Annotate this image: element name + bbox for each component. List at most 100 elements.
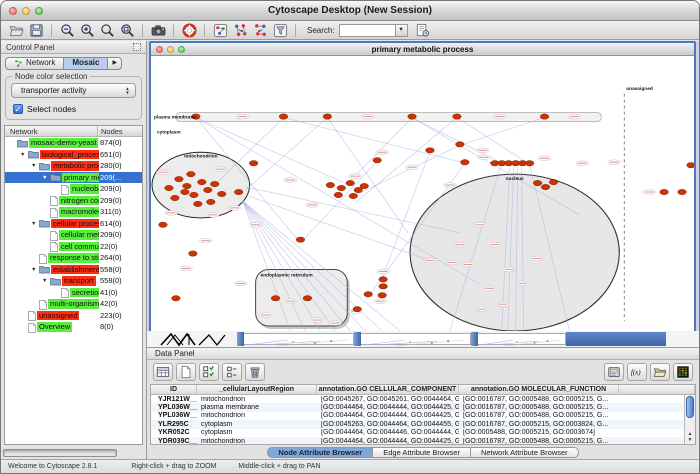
- network-node[interactable]: [206, 199, 215, 204]
- zoom-selected-button[interactable]: [97, 22, 117, 39]
- column-header[interactable]: annotation.GO MOLECULAR_FUNCTION: [459, 385, 619, 394]
- network-node[interactable]: [172, 296, 181, 301]
- tab-mosaic[interactable]: Mosaic: [64, 57, 108, 70]
- network-node[interactable]: [194, 201, 203, 206]
- tree-row[interactable]: ▼transport558(0): [5, 275, 142, 287]
- network-node[interactable]: [373, 158, 382, 163]
- zoom-in-button[interactable]: [77, 22, 97, 39]
- network-node[interactable]: [687, 163, 694, 168]
- search-input[interactable]: [339, 24, 395, 37]
- heatmap-button[interactable]: [673, 363, 693, 381]
- column-header[interactable]: ID: [151, 385, 197, 394]
- network-view-titlebar[interactable]: primary metabolic process: [151, 43, 694, 56]
- export-table-button[interactable]: [604, 363, 624, 381]
- network-node[interactable]: [660, 189, 669, 194]
- batch-edit-button[interactable]: [199, 363, 219, 381]
- filter-button[interactable]: [270, 22, 290, 39]
- tree-row[interactable]: cellular metabo209(0): [5, 229, 142, 241]
- new-attribute-button[interactable]: [176, 363, 196, 381]
- table-row[interactable]: YJR121W__1mitochondrion[GO:0045267, GO:0…: [151, 395, 695, 403]
- network-node[interactable]: [210, 181, 219, 186]
- node-color-select[interactable]: transporter activity ▲▼: [11, 83, 136, 98]
- network-node[interactable]: [334, 192, 343, 197]
- tab-overflow-arrow-icon[interactable]: ▶: [108, 57, 122, 70]
- tree-row[interactable]: ▼cellular process614(0): [5, 218, 142, 230]
- import-table-button[interactable]: [650, 363, 670, 381]
- tree-row[interactable]: cell communicat22(0): [5, 241, 142, 253]
- tree-row[interactable]: unassigned223(0): [5, 310, 142, 322]
- network-node[interactable]: [198, 179, 207, 184]
- zoom-out-button[interactable]: [57, 22, 77, 39]
- disclosure-triangle-icon[interactable]: ▼: [42, 175, 47, 181]
- network-node[interactable]: [408, 114, 417, 119]
- table-row[interactable]: YLR295Ccytoplasm[GO:0045263, GO:0044464,…: [151, 420, 695, 428]
- minimize-icon[interactable]: [22, 7, 30, 15]
- table-scrollbar[interactable]: ▲▼: [684, 395, 695, 444]
- network-node[interactable]: [175, 176, 184, 181]
- function-button[interactable]: f(x): [627, 363, 647, 381]
- network-node[interactable]: [187, 171, 196, 176]
- layout-a-button[interactable]: [230, 22, 250, 39]
- layout-b-button[interactable]: [250, 22, 270, 39]
- zoom-window-icon[interactable]: [35, 7, 43, 15]
- network-node[interactable]: [456, 142, 465, 147]
- network-node[interactable]: [303, 296, 312, 301]
- tree-row[interactable]: ▼biological_process651(0): [5, 149, 142, 161]
- search-config-button[interactable]: [413, 22, 433, 39]
- network-node[interactable]: [379, 277, 388, 282]
- tab-edge-attribute-browser[interactable]: Edge Attribute Browser: [373, 447, 471, 458]
- network-node[interactable]: [249, 161, 258, 166]
- background-window-sliver[interactable]: [244, 333, 354, 345]
- tab-network[interactable]: Network: [5, 57, 64, 70]
- network-node[interactable]: [183, 183, 192, 188]
- disclosure-triangle-icon[interactable]: ▼: [31, 267, 36, 273]
- network-node[interactable]: [378, 293, 387, 298]
- close-icon[interactable]: [9, 7, 17, 15]
- network-node[interactable]: [190, 192, 199, 197]
- network-node[interactable]: [360, 183, 369, 188]
- tree-row[interactable]: ▼establishment of lo558(0): [5, 264, 142, 276]
- tab-network-attribute-browser[interactable]: Network Attribute Browser: [471, 447, 579, 458]
- network-node[interactable]: [323, 114, 332, 119]
- column-header[interactable]: annotation.GO CELLULAR_COMPONENT: [317, 385, 459, 394]
- network-node[interactable]: [189, 251, 198, 256]
- column-header[interactable]: _cellularLayoutRegion: [197, 385, 317, 394]
- tree-row[interactable]: ▼metabolic process280(0): [5, 160, 142, 172]
- background-window-sliver[interactable]: [478, 333, 566, 345]
- network-node[interactable]: [525, 161, 534, 166]
- network-node[interactable]: [204, 187, 213, 192]
- network-node[interactable]: [541, 184, 550, 189]
- network-node[interactable]: [353, 306, 362, 311]
- network-node[interactable]: [326, 182, 335, 187]
- network-node[interactable]: [426, 148, 435, 153]
- list-edit-button[interactable]: [222, 363, 242, 381]
- tree-row[interactable]: secretion41(0): [5, 287, 142, 299]
- disclosure-triangle-icon[interactable]: ▼: [42, 278, 47, 284]
- tree-row[interactable]: nucleobase-209(0): [5, 183, 142, 195]
- background-window-sliver[interactable]: [361, 333, 471, 345]
- table-row[interactable]: YPL036W__1mitochondrion[GO:0044464, GO:0…: [151, 412, 695, 420]
- table-row[interactable]: YPL036W__2plasma membrane[GO:0044464, GO…: [151, 403, 695, 411]
- network-node[interactable]: [337, 185, 346, 190]
- snapshot-button[interactable]: [148, 22, 168, 39]
- network-node[interactable]: [165, 185, 174, 190]
- network-node[interactable]: [540, 114, 549, 119]
- tree-row[interactable]: multi-organism pro42(0): [5, 298, 142, 310]
- tree-row[interactable]: ▼primary metabo209(...: [5, 172, 142, 184]
- table-row[interactable]: YDR039C__1mitochondrion[GO:0044464, GO:0…: [151, 437, 695, 445]
- network-node[interactable]: [549, 179, 558, 184]
- network-node[interactable]: [217, 191, 226, 196]
- zoom-fit-button[interactable]: [117, 22, 137, 39]
- network-node[interactable]: [453, 114, 462, 119]
- disclosure-triangle-icon[interactable]: ▼: [31, 163, 36, 169]
- tree-row[interactable]: mosaic-demo-yeast874(0): [5, 137, 142, 149]
- network-node[interactable]: [364, 292, 373, 297]
- column-select-button[interactable]: [153, 363, 173, 381]
- network-node[interactable]: [349, 193, 358, 198]
- network-node[interactable]: [271, 296, 280, 301]
- tree-row[interactable]: nitrogen compo209(0): [5, 195, 142, 207]
- open-button[interactable]: [6, 22, 26, 39]
- network-node[interactable]: [171, 195, 180, 200]
- save-button[interactable]: [26, 22, 46, 39]
- zoom-window-icon[interactable]: [178, 46, 185, 53]
